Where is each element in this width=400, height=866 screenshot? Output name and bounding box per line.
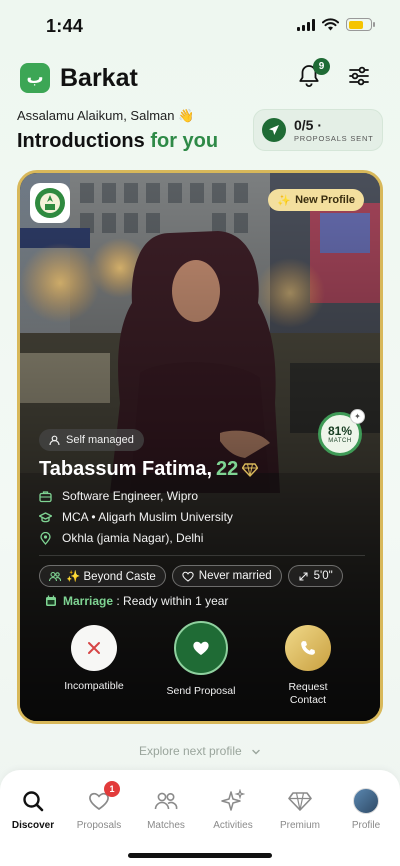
search-icon — [23, 791, 44, 812]
sparkle-icon: ✦ — [350, 409, 365, 424]
send-proposal-label: Send Proposal — [166, 685, 236, 697]
age-text: 22 — [216, 458, 239, 480]
send-proposal-button[interactable] — [174, 621, 228, 675]
height-tag-label: 5'0" — [313, 570, 333, 582]
tab-label: Proposals — [76, 820, 122, 831]
match-label: MATCH — [328, 437, 352, 444]
battery-icon — [346, 18, 375, 31]
marriage-key: Marriage — [63, 594, 114, 608]
request-contact-button[interactable] — [285, 625, 331, 671]
chevron-down-icon — [252, 749, 260, 755]
resize-arrows-icon — [299, 571, 308, 581]
person-icon — [49, 435, 60, 445]
status-icons — [297, 18, 375, 31]
title-accent: for you — [150, 130, 219, 152]
heart-icon — [193, 641, 209, 655]
card-divider — [39, 555, 365, 556]
self-managed-chip: Self managed — [39, 429, 144, 451]
filter-button[interactable] — [348, 66, 372, 88]
work-row: Software Engineer, Wipro — [39, 489, 198, 503]
proposals-sent-pill[interactable]: 0/5 · PROPOSALS SENT — [253, 109, 383, 151]
self-managed-label: Self managed — [66, 434, 134, 446]
wifi-icon — [322, 18, 339, 31]
briefcase-icon — [39, 490, 52, 502]
org-logo — [30, 183, 70, 223]
match-score: 81% MATCH ✦ — [318, 409, 365, 456]
marital-tag-label: Never married — [198, 570, 272, 582]
incompatible-button[interactable] — [71, 625, 117, 671]
tab-matches[interactable]: Matches — [133, 788, 199, 831]
proposals-label: PROPOSALS SENT — [294, 134, 374, 143]
work-text: Software Engineer, Wipro — [62, 489, 199, 503]
name-text: Tabassum Fatima, — [39, 458, 213, 480]
location-pin-icon — [40, 531, 51, 545]
send-proposal-action[interactable]: Send Proposal — [154, 621, 248, 698]
education-text: MCA • Aligarh Muslim University — [62, 510, 233, 524]
explore-next-profile[interactable]: Explore next profile — [0, 744, 400, 758]
tab-label: Premium — [279, 820, 320, 831]
height-tag: 5'0" — [287, 565, 343, 587]
notifications-button[interactable]: 9 — [298, 58, 330, 90]
sliders-icon — [349, 66, 369, 86]
proposals-count: 0/5 · — [294, 117, 323, 133]
incompatible-label: Incompatible — [64, 680, 124, 692]
tab-activities[interactable]: Activities — [200, 788, 266, 831]
new-profile-badge: ✨ New Profile — [268, 189, 364, 211]
graduation-cap-icon — [39, 511, 52, 522]
bottom-tab-bar: Discover 1 Proposals Matches Activities … — [0, 770, 400, 866]
new-profile-label: New Profile — [295, 194, 355, 206]
diamond-icon — [288, 792, 312, 811]
people-icon — [154, 792, 178, 810]
home-indicator — [128, 853, 272, 858]
location-row: Okhla (jamia Nagar), Delhi — [39, 531, 203, 545]
phone-icon — [301, 641, 315, 655]
sparkle-icon: ✨ — [277, 194, 292, 207]
caste-tag-label: ✨ Beyond Caste — [66, 571, 156, 583]
app-logo: ب — [20, 63, 50, 93]
app-header: ب Barkat 9 — [20, 58, 380, 96]
greeting-text: Assalamu Alaikum, Salman 👋 — [17, 108, 195, 123]
proposals-badge: 1 — [104, 781, 120, 797]
diamond-icon — [242, 462, 259, 477]
explore-label: Explore next profile — [138, 744, 242, 758]
heart-outline-icon — [182, 571, 194, 582]
tab-premium[interactable]: Premium — [267, 788, 333, 831]
request-contact-action[interactable]: Request Contact — [272, 625, 344, 706]
page-title: Introductions for you — [17, 130, 218, 153]
close-icon — [88, 642, 100, 654]
profile-name: Tabassum Fatima, 22 — [39, 458, 259, 481]
people-icon — [49, 571, 61, 581]
match-percent: 81% — [327, 423, 353, 438]
notification-badge: 9 — [313, 58, 330, 75]
tab-label: Activities — [213, 820, 253, 831]
status-time: 1:44 — [46, 16, 84, 36]
profile-card[interactable]: ✨ New Profile 81% MATCH ✦ Self managed Ta… — [17, 170, 383, 724]
tab-proposals[interactable]: 1 Proposals — [66, 781, 132, 831]
signal-icon — [297, 18, 315, 31]
marriage-timeline: Marriage : Ready within 1 year — [45, 594, 228, 608]
status-bar: 1:44 — [0, 0, 400, 50]
incompatible-action[interactable]: Incompatible — [56, 625, 132, 693]
send-icon — [262, 118, 286, 142]
marital-tag: Never married — [171, 565, 282, 587]
tab-label: Matches — [147, 820, 185, 831]
tab-profile[interactable]: Profile — [333, 788, 399, 831]
tab-label: Profile — [351, 820, 381, 831]
education-row: MCA • Aligarh Muslim University — [39, 510, 233, 524]
location-text: Okhla (jamia Nagar), Delhi — [62, 531, 204, 545]
calendar-icon — [46, 595, 56, 606]
profile-tags: ✨ Beyond Caste Never married 5'0" — [39, 565, 343, 587]
avatar — [353, 788, 379, 814]
marriage-value: : Ready within 1 year — [113, 594, 229, 608]
sparkles-icon — [221, 789, 245, 811]
request-contact-label: Request Contact — [288, 681, 328, 706]
tab-discover[interactable]: Discover — [0, 788, 66, 831]
title-main: Introductions — [17, 130, 151, 152]
caste-tag: ✨ Beyond Caste — [39, 565, 166, 587]
brand-name: Barkat — [60, 63, 138, 92]
tab-label: Discover — [11, 820, 55, 831]
